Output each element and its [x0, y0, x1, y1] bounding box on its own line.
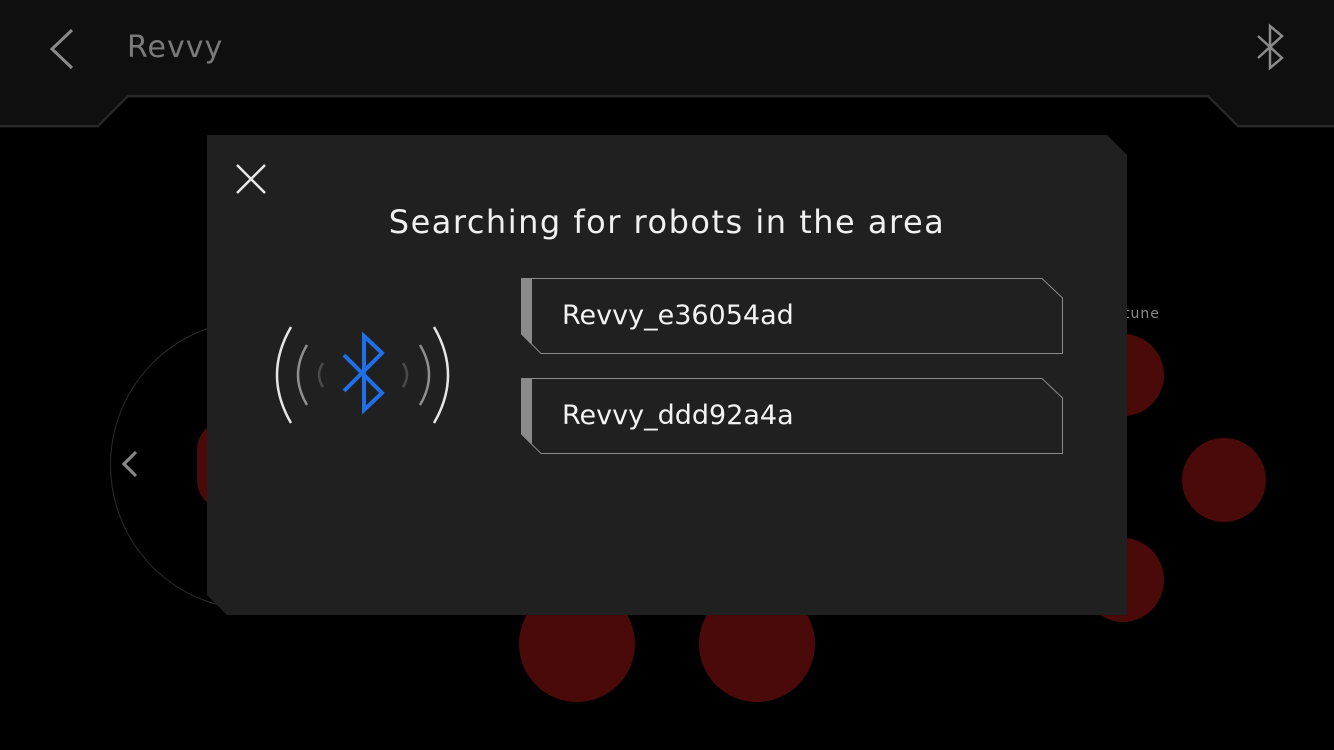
robot-name: Revvy_e36054ad: [562, 300, 794, 331]
dialog-title: Searching for robots in the area: [388, 203, 946, 241]
bluetooth-searching-icon: [275, 326, 450, 424]
robot-name: Revvy_ddd92a4a: [562, 400, 794, 431]
bluetooth-icon: [1257, 23, 1284, 71]
tune-label: tune: [1124, 306, 1160, 322]
bluetooth-button[interactable]: [1250, 22, 1292, 72]
robot-list-item[interactable]: Revvy_e36054ad: [521, 278, 1063, 354]
page-title: Revvy: [127, 30, 224, 65]
control-button-right[interactable]: [1182, 438, 1266, 522]
close-button[interactable]: [235, 163, 267, 195]
back-button[interactable]: [42, 24, 86, 74]
joystick-left-arrow-icon: [121, 450, 138, 478]
robot-search-dialog: Searching for robots in the area Revvy_e…: [207, 135, 1127, 615]
robot-list: Revvy_e36054ad Revvy_ddd92a4a: [521, 278, 1063, 478]
chevron-left-icon: [49, 28, 74, 70]
close-icon: [236, 164, 266, 194]
robot-list-item[interactable]: Revvy_ddd92a4a: [521, 378, 1063, 454]
header-bar: [0, 0, 1334, 128]
